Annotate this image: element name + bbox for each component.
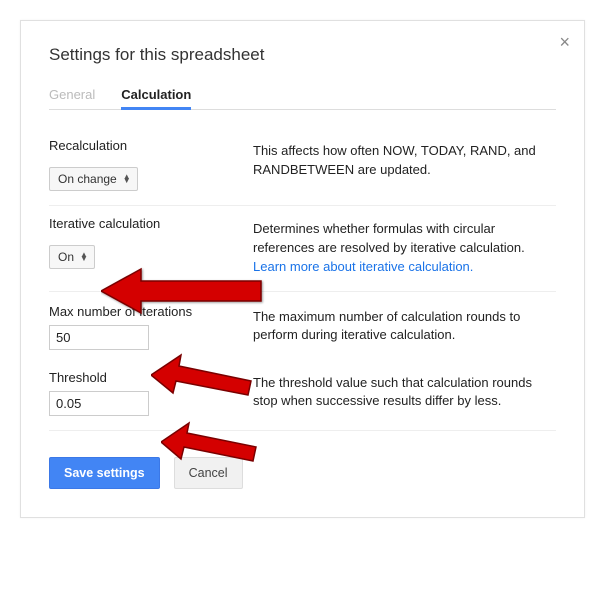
subsection-threshold: Threshold The threshold value such that … xyxy=(49,364,556,416)
iterative-select[interactable]: On ▲▼ xyxy=(49,245,95,269)
max-iterations-help: The maximum number of calculation rounds… xyxy=(253,304,556,346)
tab-general[interactable]: General xyxy=(49,87,95,109)
dialog-title: Settings for this spreadsheet xyxy=(49,45,556,65)
settings-dialog: × Settings for this spreadsheet General … xyxy=(20,20,585,518)
iterative-label: Iterative calculation xyxy=(49,216,229,231)
iterative-value: On xyxy=(58,250,74,264)
max-iterations-input[interactable] xyxy=(49,325,149,350)
threshold-help: The threshold value such that calculatio… xyxy=(253,370,556,412)
recalculation-select[interactable]: On change ▲▼ xyxy=(49,167,138,191)
recalculation-help: This affects how often NOW, TODAY, RAND,… xyxy=(253,138,556,180)
updown-icon: ▲▼ xyxy=(123,175,131,183)
save-button[interactable]: Save settings xyxy=(49,457,160,489)
subsection-max-iterations: Max number of iterations The maximum num… xyxy=(49,291,556,350)
max-iterations-label: Max number of iterations xyxy=(49,304,229,319)
updown-icon: ▲▼ xyxy=(80,253,88,261)
dialog-buttons: Save settings Cancel xyxy=(49,457,556,489)
tab-calculation[interactable]: Calculation xyxy=(121,87,191,109)
recalculation-value: On change xyxy=(58,172,117,186)
threshold-label: Threshold xyxy=(49,370,229,385)
iterative-learn-more-link[interactable]: Learn more about iterative calculation. xyxy=(253,259,473,274)
threshold-input[interactable] xyxy=(49,391,149,416)
recalculation-label: Recalculation xyxy=(49,138,229,153)
close-icon[interactable]: × xyxy=(559,33,570,51)
section-iterative: Iterative calculation On ▲▼ Determines w… xyxy=(49,206,556,431)
cancel-button[interactable]: Cancel xyxy=(174,457,243,489)
section-recalculation: Recalculation On change ▲▼ This affects … xyxy=(49,128,556,206)
iterative-help: Determines whether formulas with circula… xyxy=(253,221,525,255)
tabs: General Calculation xyxy=(49,87,556,110)
